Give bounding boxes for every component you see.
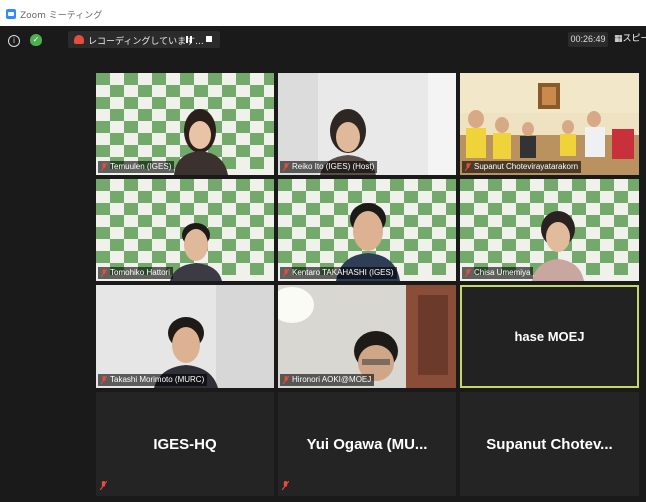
virtual-background [96, 73, 274, 175]
video-tile[interactable]: Reiko Ito (IGES) (Host) [278, 73, 456, 175]
video-feed [278, 73, 456, 175]
muted-mic-icon [283, 269, 289, 277]
muted-mic-icon [283, 163, 289, 171]
participant-name: Kentaro TAKAHASHI (IGES) [280, 267, 397, 279]
muted-mic-icon [465, 269, 471, 277]
virtual-background [278, 179, 456, 281]
participant-name: Temuulen (IGES) [98, 161, 175, 173]
active-speaker-tile[interactable]: hase MOEJ [460, 285, 639, 388]
muted-mic-icon [100, 481, 107, 490]
video-tile[interactable]: Takashi Morimoto (MURC) [96, 285, 274, 388]
video-tile[interactable]: IGES-HQ [96, 392, 274, 496]
participant-name: Chisa Umemiya [462, 267, 534, 279]
video-feed [278, 285, 456, 388]
view-label: スピー [622, 34, 646, 44]
cloud-recording-icon [74, 35, 84, 44]
participant-name: Hironori AOKI@MOEJ [280, 374, 375, 386]
muted-mic-icon [283, 376, 289, 384]
video-tile[interactable]: Supanut Chotevirayatarakorn [460, 73, 639, 175]
video-tile[interactable]: Yui Ogawa (MU... [278, 392, 456, 496]
participant-name: Supanut Chotevirayatarakorn [462, 161, 582, 173]
grid-view-icon: ▦ [614, 34, 623, 44]
muted-mic-icon [465, 163, 471, 171]
pause-recording-icon[interactable] [186, 36, 193, 43]
video-tile[interactable]: Temuulen (IGES) [96, 73, 274, 175]
video-tile[interactable]: Tomohiko Hattori [96, 179, 274, 281]
participant-name: hase MOEJ [514, 329, 585, 344]
muted-mic-icon [101, 163, 107, 171]
virtual-background [460, 179, 639, 281]
video-feed [96, 285, 274, 388]
video-tile[interactable]: Hironori AOKI@MOEJ [278, 285, 456, 388]
participant-name: IGES-HQ [153, 436, 217, 453]
meeting-timer: 00:26:49 [568, 32, 608, 47]
muted-mic-icon [101, 376, 107, 384]
video-tile[interactable]: Chisa Umemiya [460, 179, 639, 281]
virtual-background [96, 179, 274, 281]
video-tile[interactable]: Supanut Chotev... [460, 392, 639, 496]
title-bar: Zoom ミーティング [0, 0, 646, 26]
speaker-view-button[interactable]: ▦スピー [614, 32, 646, 47]
zoom-app-icon [6, 9, 16, 19]
muted-mic-icon [101, 269, 107, 277]
participant-name: Tomohiko Hattori [98, 267, 174, 279]
recording-indicator: レコーディングしています... [68, 31, 220, 48]
info-icon[interactable]: i [8, 35, 20, 47]
muted-mic-icon [282, 481, 289, 490]
participant-name: Supanut Chotev... [486, 436, 613, 453]
shield-icon[interactable]: ✓ [30, 34, 42, 46]
video-tile[interactable]: Kentaro TAKAHASHI (IGES) [278, 179, 456, 281]
participant-name: Reiko Ito (IGES) (Host) [280, 161, 378, 173]
stop-recording-icon[interactable] [206, 36, 212, 42]
video-feed [460, 73, 639, 175]
participant-name: Yui Ogawa (MU... [306, 436, 428, 453]
window-title: Zoom ミーティング [20, 11, 103, 21]
meeting-top-bar: i ✓ レコーディングしています... 00:26:49 ▦スピー [0, 26, 646, 54]
participant-name: Takashi Morimoto (MURC) [98, 374, 208, 386]
